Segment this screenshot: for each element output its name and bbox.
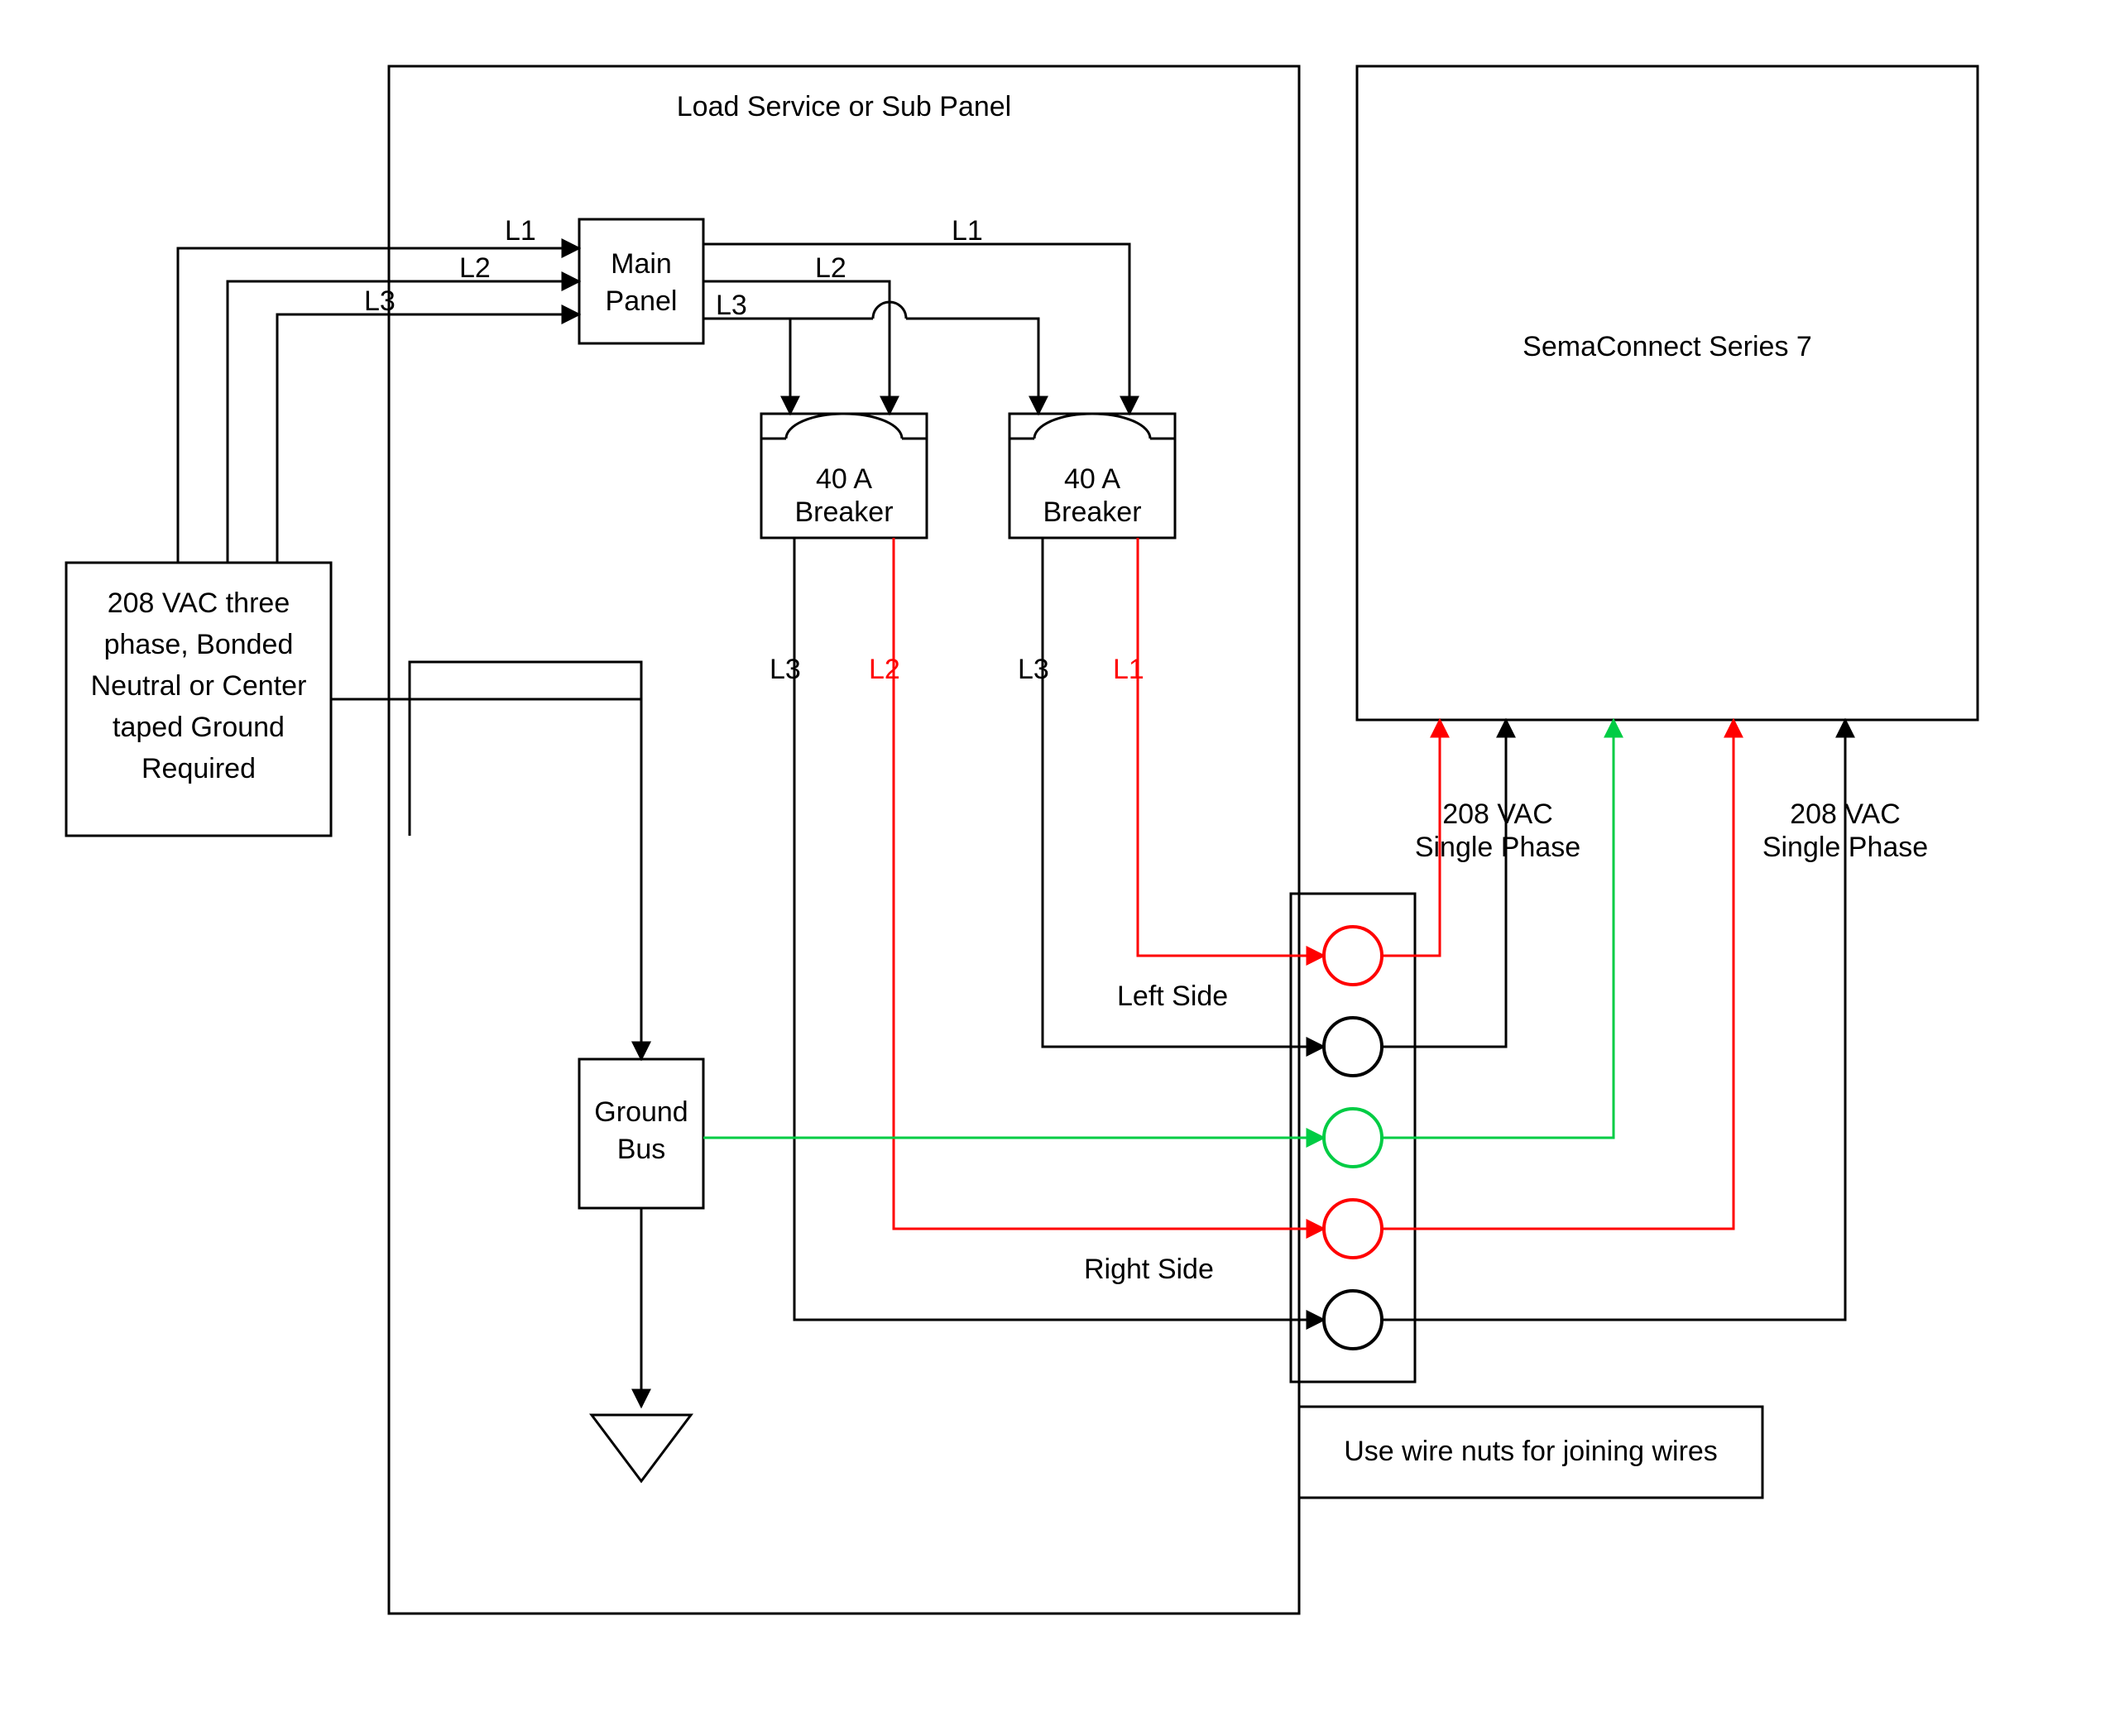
main-panel-box (579, 219, 703, 343)
breaker1-l2: Breaker (794, 496, 893, 528)
breaker1-arc (786, 414, 902, 439)
wire-b1-l2-nut4 (894, 745, 1324, 1229)
breaker2-out-l3-lbl: L3 (1018, 654, 1049, 685)
source-line4: taped Ground (113, 712, 285, 743)
wire-b2-l1-nut1 (1138, 745, 1324, 956)
breaker1-l1: 40 A (816, 463, 872, 495)
source-line5: Required (141, 753, 256, 784)
wire-mp-l3a (703, 319, 790, 414)
label-src-l2: L2 (459, 252, 491, 284)
wire-mp-l1 (703, 244, 1129, 414)
source-line3: Neutral or Center (91, 670, 307, 702)
breaker2-l2: Breaker (1043, 496, 1141, 528)
breaker2-l1: 40 A (1064, 463, 1120, 495)
wire-nut2-dev (1382, 720, 1506, 1047)
nut-1-red (1324, 927, 1382, 985)
wire-mp-l3c (906, 319, 1038, 414)
wire-nut3-dev (1382, 720, 1614, 1138)
label-src-l1: L1 (505, 215, 536, 247)
earth-triangle (592, 1415, 691, 1481)
wiring-diagram: Load Service or Sub Panel 208 VAC three … (0, 0, 2110, 1736)
label-mp-l2: L2 (815, 252, 846, 284)
left-side-label: Left Side (1117, 981, 1228, 1012)
breaker1-out-l2-lbl: L2 (869, 654, 900, 685)
panel-outline (389, 66, 1299, 1614)
main-panel-l1: Main (611, 248, 672, 280)
note-text: Use wire nuts for joining wires (1344, 1436, 1718, 1467)
diagram-svg: Load Service or Sub Panel 208 VAC three … (0, 0, 2110, 1736)
nut-3-green (1324, 1109, 1382, 1167)
wire-src-l2 (228, 281, 579, 563)
wire-src-to-ground (331, 699, 641, 1059)
nut-2-black (1324, 1018, 1382, 1076)
panel-title: Load Service or Sub Panel (677, 91, 1011, 122)
device-box (1357, 66, 1978, 720)
label-src-l3: L3 (364, 285, 396, 317)
source-line2: phase, Bonded (104, 629, 294, 660)
right-side-label: Right Side (1084, 1254, 1214, 1285)
wire-b1-l3-nut5 (794, 745, 1324, 1320)
ground-bus-l2: Bus (617, 1134, 666, 1165)
ground-bus-l1: Ground (594, 1096, 688, 1128)
main-panel-l2: Panel (606, 285, 678, 317)
source-line1: 208 VAC three (108, 587, 290, 619)
nut-4-red (1324, 1200, 1382, 1258)
wire-nut4-dev (1382, 720, 1734, 1229)
breaker2-out-l1-lbl: L1 (1113, 654, 1144, 685)
breaker1-out-l3-lbl: L3 (770, 654, 801, 685)
wire-src-l3 (277, 314, 579, 563)
phase1-l1: 208 VAC (1442, 798, 1553, 830)
nut-5-black (1324, 1291, 1382, 1349)
label-mp-l1: L1 (952, 215, 983, 247)
wire-neutral-down (410, 662, 641, 1059)
label-mp-l3: L3 (716, 290, 747, 321)
breaker2-arc (1034, 414, 1150, 439)
device-title: SemaConnect Series 7 (1523, 331, 1812, 362)
